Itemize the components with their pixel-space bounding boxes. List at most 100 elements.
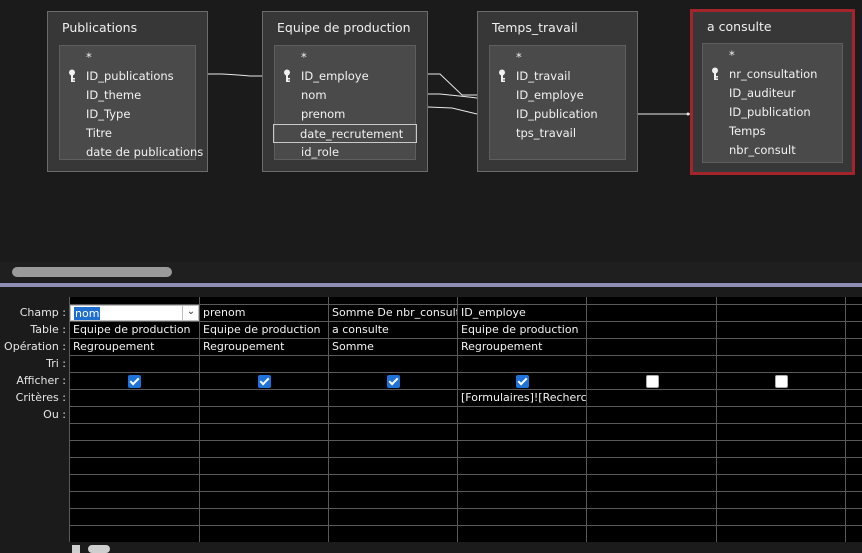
field-label: ID_travail (516, 69, 571, 83)
field-item-focused[interactable]: date_recrutement (273, 124, 417, 143)
field-item[interactable]: id_role (275, 143, 415, 162)
champ-combo-nom[interactable]: nom ⌄ (70, 305, 199, 321)
join-line-publications-equipe (208, 73, 262, 77)
grid-line (69, 508, 862, 509)
grid-line (69, 406, 862, 407)
grid-horizontal-scrollbar[interactable] (72, 542, 112, 553)
field-item[interactable]: prenom (275, 105, 415, 124)
field-item[interactable]: * (60, 48, 195, 67)
field-list: * ID_publications ID_theme ID_Type Titre… (59, 45, 203, 162)
grid-line (69, 491, 862, 492)
row-label-operation: Opération : (4, 340, 66, 353)
field-list: * ID_travail ID_employe ID_publication t… (489, 45, 626, 160)
criteres-cell[interactable]: [Formulaires]![Recherche (458, 390, 586, 406)
field-item[interactable]: ID_publications (60, 67, 195, 86)
table-cell[interactable]: a consulte (329, 322, 457, 338)
field-item[interactable]: Temps (703, 122, 842, 141)
table-cell[interactable]: Equipe de production (458, 322, 586, 338)
field-list: * ID_employe nom prenom date_recrutement… (273, 45, 417, 162)
table-title[interactable]: a consulte (693, 12, 852, 42)
grid-line (69, 440, 862, 441)
criteres-cell[interactable] (70, 390, 199, 406)
table-publications[interactable]: Publications * ID_publications ID_theme … (47, 11, 208, 172)
field-item[interactable]: date de publications (60, 143, 203, 162)
field-item[interactable]: * (275, 48, 415, 67)
field-item[interactable]: ID_publication (703, 103, 842, 122)
key-icon (69, 69, 75, 82)
table-cell[interactable]: Equipe de production (70, 322, 199, 338)
field-item[interactable]: nr_consultation (703, 65, 842, 84)
field-item[interactable]: nom (275, 86, 415, 105)
grid-line (69, 372, 862, 373)
row-label-champ: Champ : (19, 306, 66, 319)
key-icon (499, 69, 505, 82)
field-item[interactable]: * (490, 48, 625, 67)
row-label-ou: Ou : (43, 408, 66, 421)
join-line-publications-consulte (427, 106, 478, 115)
table-temps-travail[interactable]: Temps_travail * ID_travail ID_employe ID… (477, 11, 638, 172)
field-item[interactable]: ID_auditeur (703, 84, 842, 103)
query-design-grid: Champ : Table : Opération : Tri : Affich… (0, 287, 862, 553)
field-item[interactable]: ID_travail (490, 67, 625, 86)
grid-line (69, 474, 862, 475)
tri-cell[interactable] (458, 356, 586, 372)
champ-cell[interactable]: ID_employe (458, 305, 586, 321)
criteres-cell[interactable] (200, 390, 328, 406)
operation-cell[interactable]: Somme (329, 339, 457, 355)
field-item[interactable]: ID_employe (275, 67, 415, 86)
field-list: * nr_consultation ID_auditeur ID_publica… (702, 43, 843, 163)
table-title[interactable]: Temps_travail (478, 12, 637, 44)
key-icon (284, 69, 290, 82)
criteres-cell[interactable] (329, 390, 457, 406)
operation-cell[interactable]: Regroupement (70, 339, 199, 355)
table-title[interactable]: Publications (48, 12, 207, 44)
field-item[interactable]: nbr_consult (703, 141, 842, 160)
field-item[interactable]: Titre (60, 124, 195, 143)
afficher-checkbox[interactable] (646, 375, 659, 388)
grid-line (69, 457, 862, 458)
row-label-table: Table : (30, 323, 66, 336)
query-diagram-pane: Publications * ID_publications ID_theme … (0, 0, 862, 283)
table-equipe-de-production[interactable]: Equipe de production * ID_employe nom pr… (262, 11, 428, 172)
column-divider[interactable] (845, 297, 846, 542)
column-divider[interactable] (716, 297, 717, 542)
afficher-checkbox[interactable] (516, 375, 529, 388)
row-label-criteres: Critères : (15, 391, 66, 404)
tri-cell[interactable] (70, 356, 199, 372)
column-divider[interactable] (586, 297, 587, 542)
tri-cell[interactable] (200, 356, 328, 372)
afficher-checkbox[interactable] (128, 375, 141, 388)
field-item[interactable]: ID_publication (490, 105, 625, 124)
field-item[interactable]: ID_employe (490, 86, 625, 105)
table-a-consulte[interactable]: a consulte * nr_consultation ID_auditeur… (690, 9, 855, 175)
field-item[interactable]: ID_theme (60, 86, 195, 105)
table-cell[interactable]: Equipe de production (200, 322, 328, 338)
champ-cell[interactable]: Somme De nbr_consult: nbr_ (329, 305, 457, 321)
table-title[interactable]: Equipe de production (263, 12, 427, 44)
operation-cell[interactable]: Regroupement (200, 339, 328, 355)
afficher-checkbox[interactable] (775, 375, 788, 388)
tri-cell[interactable] (329, 356, 457, 372)
grid-line (69, 525, 862, 526)
field-label: nr_consultation (729, 67, 818, 81)
champ-value: nom (74, 307, 101, 320)
field-item[interactable]: * (703, 46, 842, 65)
field-label: ID_employe (301, 69, 369, 83)
join-line-publication-link (428, 93, 478, 99)
champ-cell[interactable] (717, 305, 845, 321)
champ-cell[interactable]: prenom (200, 305, 328, 321)
key-icon (712, 67, 718, 80)
chevron-down-icon[interactable]: ⌄ (182, 306, 198, 320)
field-item[interactable]: ID_Type (60, 105, 195, 124)
field-item[interactable]: tps_travail (490, 124, 625, 143)
row-label-tri: Tri : (46, 357, 66, 370)
afficher-checkbox[interactable] (258, 375, 271, 388)
row-label-afficher: Afficher : (16, 374, 66, 387)
champ-cell[interactable] (587, 305, 716, 321)
operation-cell[interactable]: Regroupement (458, 339, 586, 355)
scrollbar-thumb[interactable] (12, 267, 172, 277)
field-label: ID_publications (86, 69, 174, 83)
afficher-checkbox[interactable] (387, 375, 400, 388)
grid-line (69, 423, 862, 424)
join-line-equipe-temps (428, 73, 477, 96)
